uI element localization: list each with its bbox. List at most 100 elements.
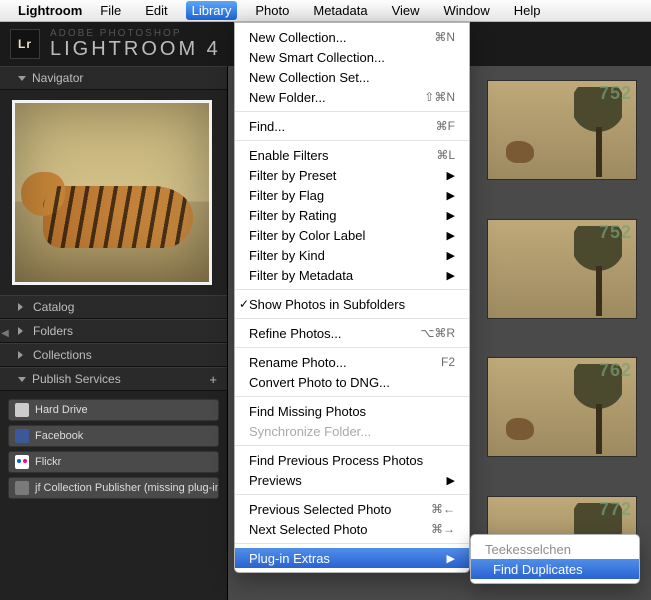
publish-item-hard-drive[interactable]: Hard Drive [8,399,219,421]
publish-item-flickr[interactable]: Flickr [8,451,219,473]
submenu-arrow-icon: ▶ [447,249,455,262]
menu-shortcut: ⌥⌘R [421,326,456,340]
lightroom-title-big: LIGHTROOM 4 [50,39,221,59]
submenu-find-duplicates[interactable]: Find Duplicates [471,559,639,579]
menu-shortcut: ⌘L [436,148,455,162]
submenu-arrow-icon: ▶ [447,229,455,242]
submenu-header: Teekesselchen [471,539,639,559]
panel-collections[interactable]: Collections [0,343,227,367]
menu-shortcut: F2 [441,355,455,369]
disclosure-triangle-icon [18,327,27,335]
publish-item-jf[interactable]: jf Collection Publisher (missing plug-in… [8,477,219,499]
submenu-arrow-icon: ▶ [447,169,455,182]
menu-item[interactable]: Filter by Kind ▶ [235,245,469,265]
menu-item[interactable]: Convert Photo to DNG... [235,372,469,392]
disclosure-triangle-icon [18,303,27,311]
menu-item[interactable]: Plug-in Extras ▶ [235,548,469,568]
menu-item-label: Show Photos in Subfolders [249,297,405,312]
menu-item-label: New Collection... [249,30,347,45]
menubar-help[interactable]: Help [508,1,547,20]
menu-item-label: Filter by Color Label [249,228,365,243]
menu-item[interactable]: New Smart Collection... [235,47,469,67]
menu-item[interactable]: Find Missing Photos [235,401,469,421]
disclosure-triangle-icon [18,351,27,359]
menu-item-label: Convert Photo to DNG... [249,375,390,390]
menu-shortcut: ⌘N [434,30,455,44]
menu-item[interactable]: Filter by Rating ▶ [235,205,469,225]
thumbnail[interactable]: 752 [487,219,637,319]
menu-item-label: Plug-in Extras [249,551,330,566]
submenu-arrow-icon: ▶ [447,269,455,282]
menubar-window[interactable]: Window [438,1,496,20]
panel-collections-label: Collections [33,348,92,362]
publish-add-button[interactable]: + [209,372,217,387]
menubar-edit[interactable]: Edit [139,1,173,20]
sidebar-collapse-icon[interactable]: ◀ [0,323,10,343]
menu-item-label: Filter by Kind [249,248,325,263]
menu-item[interactable]: New Collection Set... [235,67,469,87]
submenu-arrow-icon: ▶ [447,552,455,565]
plugin-extras-submenu: Teekesselchen Find Duplicates [470,534,640,584]
menu-item-label: Filter by Metadata [249,268,353,283]
menu-item[interactable]: Find...⌘F [235,116,469,136]
menu-item-label: Previous Selected Photo [249,502,391,517]
submenu-arrow-icon: ▶ [447,209,455,222]
menu-item[interactable]: Filter by Color Label ▶ [235,225,469,245]
panel-navigator[interactable]: Navigator [0,66,227,90]
thumbnail[interactable]: 752 [487,80,637,180]
menu-item[interactable]: Find Previous Process Photos [235,450,469,470]
menu-item-label: New Collection Set... [249,70,370,85]
thumbnail[interactable]: 762 [487,357,637,457]
navigator-image [12,100,212,285]
menu-item-label: Synchronize Folder... [249,424,371,439]
menu-item[interactable]: Previews ▶ [235,470,469,490]
menu-item[interactable]: Enable Filters ⌘L [235,145,469,165]
menu-item-label: Rename Photo... [249,355,347,370]
panel-folders-label: Folders [33,324,73,338]
panel-publish-label: Publish Services [32,372,121,386]
menu-item[interactable]: New Folder...⇧⌘N [235,87,469,107]
menu-item-label: Filter by Rating [249,208,336,223]
flickr-icon [15,455,29,469]
panel-folders[interactable]: Folders [0,319,227,343]
menu-shortcut: ⌘→ [431,522,455,536]
menu-item-label: Enable Filters [249,148,328,163]
menu-item[interactable]: Rename Photo... F2 [235,352,469,372]
menu-item-label: Find Previous Process Photos [249,453,423,468]
panel-navigator-label: Navigator [32,71,83,85]
menubar-app-name[interactable]: Lightroom [18,3,82,18]
menu-item-label: Refine Photos... [249,326,342,341]
menu-item-label: New Smart Collection... [249,50,385,65]
publish-item-label: Hard Drive [35,404,88,416]
check-icon: ✓ [239,297,249,311]
menu-item[interactable]: Previous Selected Photo ⌘← [235,499,469,519]
menu-item[interactable]: ✓Show Photos in Subfolders [235,294,469,314]
menubar-photo[interactable]: Photo [249,1,295,20]
menu-item[interactable]: Filter by Flag▶ [235,185,469,205]
thumbnail-watermark: 752 [599,222,632,243]
menu-shortcut: ⌘← [431,502,455,516]
menu-item[interactable]: Filter by Preset▶ [235,165,469,185]
menu-item: Synchronize Folder... [235,421,469,441]
panel-catalog[interactable]: Catalog [0,295,227,319]
panel-publish[interactable]: Publish Services + [0,367,227,391]
publish-item-label: Flickr [35,456,61,468]
menubar-view[interactable]: View [386,1,426,20]
menu-item[interactable]: Filter by Metadata ▶ [235,265,469,285]
submenu-arrow-icon: ▶ [447,474,455,487]
menubar-library[interactable]: Library [186,1,238,20]
menu-item[interactable]: Refine Photos... ⌥⌘R [235,323,469,343]
menu-item-label: Next Selected Photo [249,522,368,537]
publish-list: Hard Drive Facebook Flickr jf Collection… [0,391,227,507]
menu-item[interactable]: New Collection... ⌘N [235,27,469,47]
navigator-preview[interactable] [0,90,227,295]
menu-item[interactable]: Next Selected Photo ⌘→ [235,519,469,539]
left-sidebar: ◀ Navigator Catalog Folders Collections … [0,66,228,600]
menubar-metadata[interactable]: Metadata [307,1,373,20]
disclosure-triangle-icon [18,377,26,382]
hard-drive-icon [15,403,29,417]
publish-item-facebook[interactable]: Facebook [8,425,219,447]
menu-item-label: Previews [249,473,302,488]
submenu-arrow-icon: ▶ [447,189,455,202]
menubar-file[interactable]: File [94,1,127,20]
